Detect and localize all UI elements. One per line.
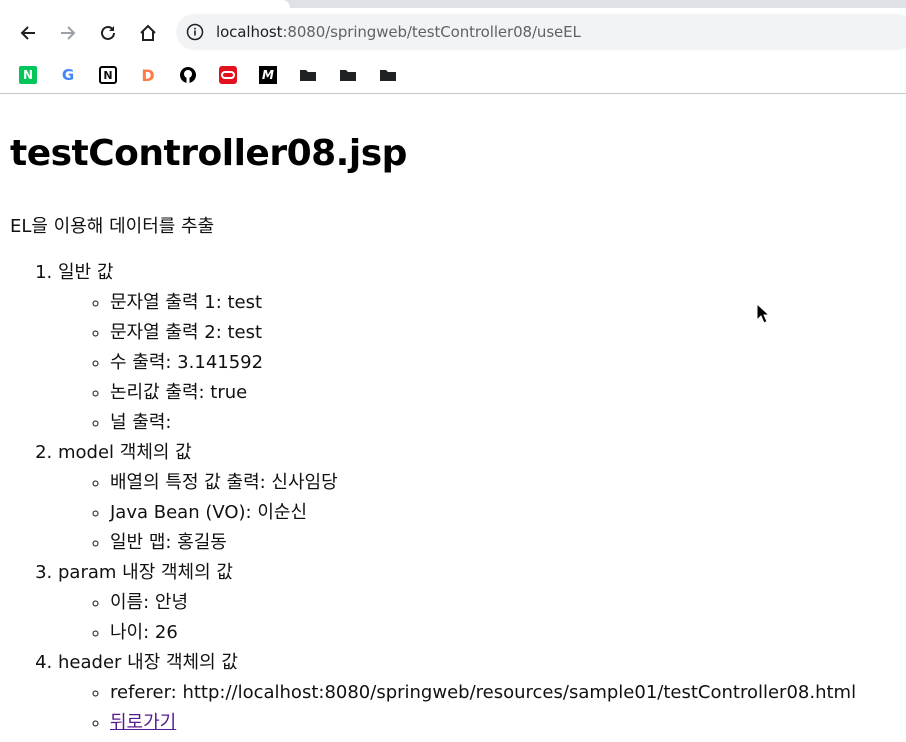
github-icon[interactable] xyxy=(179,66,197,84)
oracle-icon[interactable] xyxy=(219,66,237,84)
value-list: 배열의 특정 값 출력: 신사임당 Java Bean (VO): 이순신 일반… xyxy=(58,468,856,558)
list-item: 문자열 출력 1: test xyxy=(110,288,856,318)
bookmarks-bar: N G N D M xyxy=(0,58,906,94)
google-icon[interactable]: G xyxy=(59,66,77,84)
back-link[interactable]: 뒤로가기 xyxy=(110,712,176,733)
value-list: 문자열 출력 1: test 문자열 출력 2: test 수 출력: 3.14… xyxy=(58,288,856,438)
section-heading: 일반 값 xyxy=(58,262,114,283)
active-tab-edge[interactable] xyxy=(0,0,290,8)
browser-toolbar: localhost:8080/springweb/testController0… xyxy=(0,8,906,58)
address-bar[interactable]: localhost:8080/springweb/testController0… xyxy=(176,14,906,50)
value-list: 이름: 안녕 나이: 26 xyxy=(58,588,856,648)
page-title: testController08.jsp xyxy=(10,133,407,174)
section-item: model 객체의 값 배열의 특정 값 출력: 신사임당 Java Bean … xyxy=(58,438,856,558)
url-text[interactable]: localhost:8080/springweb/testController0… xyxy=(216,23,581,41)
list-item: 논리값 출력: true xyxy=(110,378,856,408)
list-item: 수 출력: 3.141592 xyxy=(110,348,856,378)
site-info-icon[interactable] xyxy=(186,23,204,41)
section-item: header 내장 객체의 값 referer: http://localhos… xyxy=(58,648,856,738)
section-heading: header 내장 객체의 값 xyxy=(58,652,238,673)
forward-arrow-icon[interactable] xyxy=(54,19,82,47)
home-icon[interactable] xyxy=(134,19,162,47)
list-item: referer: http://localhost:8080/springweb… xyxy=(110,678,856,708)
list-item: 널 출력: xyxy=(110,408,856,438)
list-item: 배열의 특정 값 출력: 신사임당 xyxy=(110,468,856,498)
tab-strip xyxy=(0,0,906,8)
list-item: 나이: 26 xyxy=(110,618,856,648)
list-item: 일반 맵: 홍길동 xyxy=(110,528,856,558)
naver-icon[interactable]: N xyxy=(19,66,37,84)
folder-icon[interactable] xyxy=(299,66,317,84)
section-heading: param 내장 객체의 값 xyxy=(58,562,233,583)
folder-icon[interactable] xyxy=(339,66,357,84)
section-heading: model 객체의 값 xyxy=(58,442,192,463)
section-item: 일반 값 문자열 출력 1: test 문자열 출력 2: test 수 출력:… xyxy=(58,258,856,438)
d-app-icon[interactable]: D xyxy=(139,66,157,85)
list-item: 문자열 출력 2: test xyxy=(110,318,856,348)
page-lead: EL을 이용해 데이터를 추출 xyxy=(10,216,215,237)
section-list: 일반 값 문자열 출력 1: test 문자열 출력 2: test 수 출력:… xyxy=(0,258,856,738)
reload-icon[interactable] xyxy=(94,19,122,47)
value-list: referer: http://localhost:8080/springweb… xyxy=(58,678,856,738)
list-item-link: 뒤로가기 xyxy=(110,708,856,738)
mouse-cursor-icon xyxy=(756,303,770,324)
list-item: Java Bean (VO): 이순신 xyxy=(110,498,856,528)
back-arrow-icon[interactable] xyxy=(14,19,42,47)
list-item: 이름: 안녕 xyxy=(110,588,856,618)
section-item: param 내장 객체의 값 이름: 안녕 나이: 26 xyxy=(58,558,856,648)
folder-icon[interactable] xyxy=(379,66,397,84)
notion-icon[interactable]: N xyxy=(99,66,117,84)
m-app-icon[interactable]: M xyxy=(259,66,277,84)
